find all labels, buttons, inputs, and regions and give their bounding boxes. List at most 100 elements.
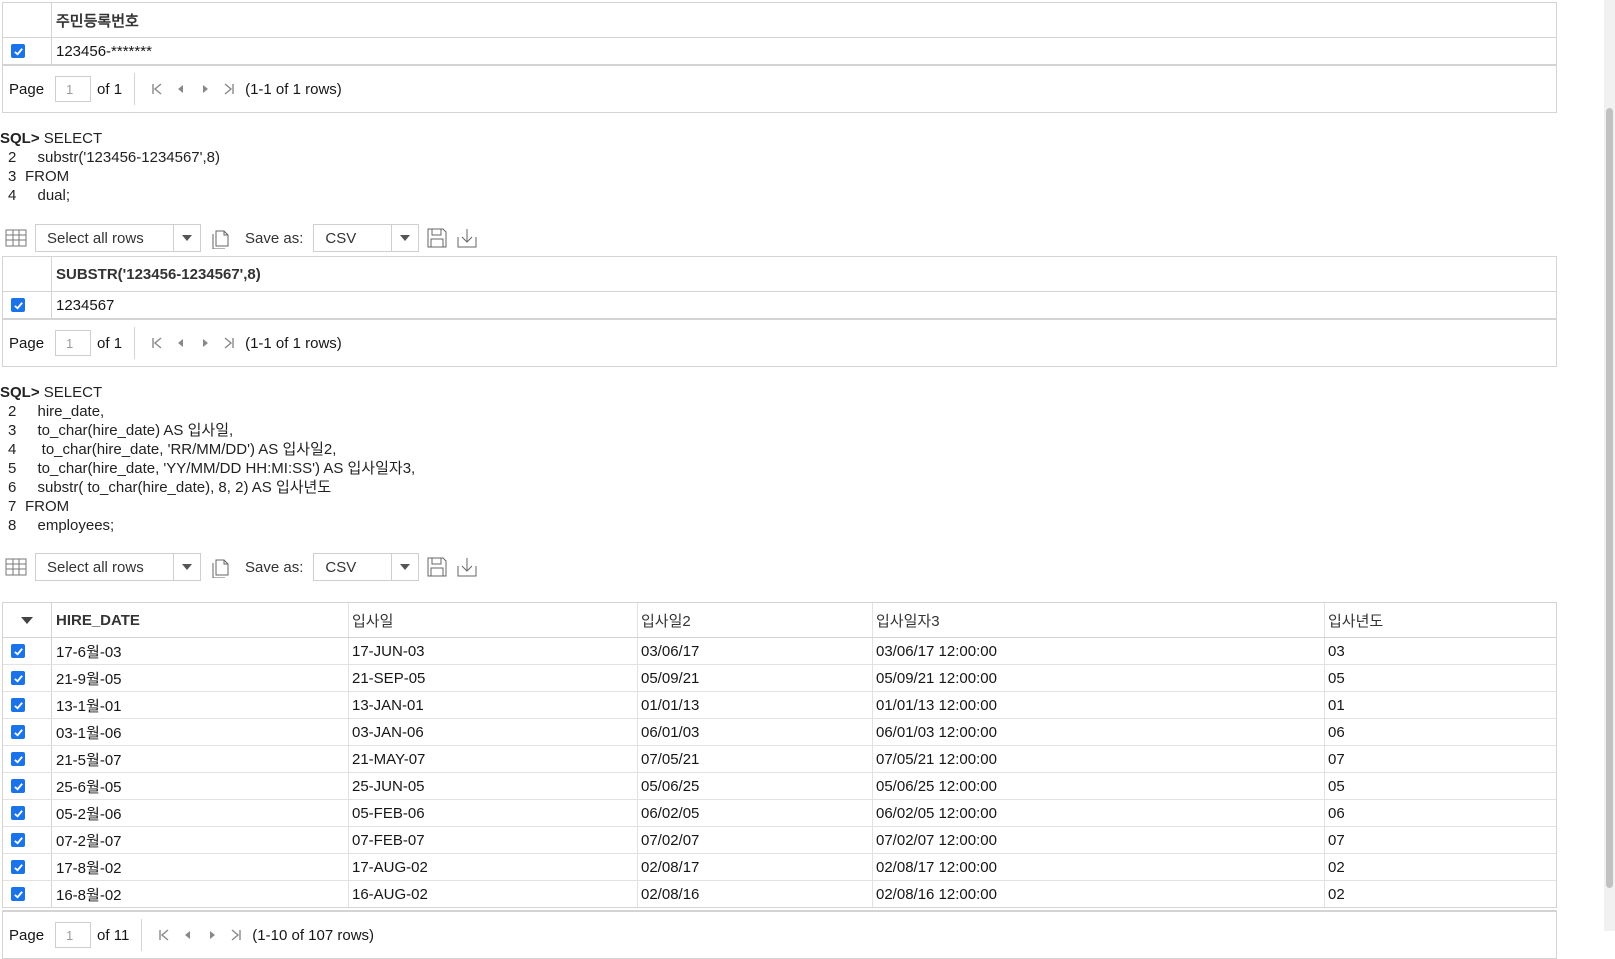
page-label: Page bbox=[9, 926, 45, 944]
table-cell: 02/08/17 12:00:00 bbox=[873, 854, 1325, 880]
result-toolbar: Select all rows Save as: CSV bbox=[4, 222, 480, 254]
grid-view-icon[interactable] bbox=[4, 225, 28, 251]
table-row[interactable]: 05-2월-06 05-FEB-06 06/02/05 06/02/05 12:00:… bbox=[3, 800, 1556, 827]
last-page-icon[interactable] bbox=[217, 331, 241, 355]
download-icon[interactable] bbox=[454, 554, 480, 580]
first-page-icon[interactable] bbox=[145, 77, 169, 101]
copy-icon[interactable] bbox=[207, 225, 233, 251]
scrollbar-thumb[interactable] bbox=[1606, 108, 1613, 888]
table-row[interactable]: 21-9월-05 21-SEP-05 05/09/21 05/09/21 12:00:… bbox=[3, 665, 1556, 692]
column-header[interactable]: SUBSTR('123456-1234567',8) bbox=[53, 257, 1553, 291]
table-cell: 07/02/07 12:00:00 bbox=[873, 827, 1325, 853]
row-checkbox[interactable] bbox=[11, 725, 25, 739]
table-cell: 17-JUN-03 bbox=[349, 638, 638, 664]
row-checkbox[interactable] bbox=[11, 44, 25, 58]
table-cell: 17-6월-03 bbox=[53, 638, 349, 664]
table-cell: 16-8월-02 bbox=[53, 881, 349, 907]
table-cell: 05 bbox=[1328, 777, 1345, 795]
table-row[interactable]: 1234567 bbox=[3, 292, 1556, 318]
table-cell: 17-8월-02 bbox=[53, 854, 349, 880]
export-format-dropdown[interactable]: CSV bbox=[313, 553, 420, 581]
pagination-bar: Page 1 of 1 (1-1 of 1 rows) bbox=[2, 64, 1557, 113]
download-icon[interactable] bbox=[454, 225, 480, 251]
grid-header: HIRE_DATE 입사일 입사일2 입사일자3 입사년도 bbox=[3, 603, 1556, 638]
table-row[interactable]: 123456-******* bbox=[3, 38, 1556, 64]
result-grid-3: HIRE_DATE 입사일 입사일2 입사일자3 입사년도 17-6월-03 17… bbox=[2, 602, 1557, 908]
row-checkbox[interactable] bbox=[11, 698, 25, 712]
row-checkbox[interactable] bbox=[11, 671, 25, 685]
table-row[interactable]: 17-6월-03 17-JUN-03 03/06/17 03/06/17 12:00:… bbox=[3, 638, 1556, 665]
row-checkbox[interactable] bbox=[11, 806, 25, 820]
table-cell: 02/08/16 12:00:00 bbox=[873, 881, 1325, 907]
sql-statement: SQL> SELECT 2 hire_date, 3 to_char(hire_… bbox=[0, 384, 416, 534]
sql-statement: SQL> SELECT 2 substr('123456-1234567',8)… bbox=[0, 130, 221, 204]
column-header[interactable]: 주민등록번호 bbox=[53, 3, 1553, 37]
select-all-menu[interactable] bbox=[3, 603, 52, 637]
row-checkbox[interactable] bbox=[11, 779, 25, 793]
result-grid-2: SUBSTR('123456-1234567',8) 1234567 bbox=[2, 256, 1557, 319]
table-cell: 07-FEB-07 bbox=[349, 827, 638, 853]
last-page-icon[interactable] bbox=[224, 923, 248, 947]
column-header-hire-year[interactable]: 입사년도 bbox=[1325, 603, 1555, 637]
table-cell: 07/02/07 bbox=[638, 827, 873, 853]
table-cell: 06/01/03 12:00:00 bbox=[873, 719, 1325, 745]
prev-page-icon[interactable] bbox=[169, 331, 193, 355]
prev-page-icon[interactable] bbox=[176, 923, 200, 947]
select-rows-dropdown[interactable]: Select all rows bbox=[35, 224, 201, 252]
table-cell: 05/09/21 bbox=[638, 665, 873, 691]
table-cell: 03/06/17 bbox=[638, 638, 873, 664]
table-row[interactable]: 07-2월-07 07-FEB-07 07/02/07 07/02/07 12:00:… bbox=[3, 827, 1556, 854]
first-page-icon[interactable] bbox=[152, 923, 176, 947]
table-cell: 01 bbox=[1328, 696, 1345, 714]
next-page-icon[interactable] bbox=[193, 331, 217, 355]
last-page-icon[interactable] bbox=[217, 77, 241, 101]
row-checkbox[interactable] bbox=[11, 860, 25, 874]
row-range-label: (1-1 of 1 rows) bbox=[245, 334, 342, 352]
save-icon[interactable] bbox=[424, 225, 450, 251]
next-page-icon[interactable] bbox=[193, 77, 217, 101]
row-checkbox[interactable] bbox=[11, 887, 25, 901]
copy-icon[interactable] bbox=[207, 554, 233, 580]
table-row[interactable]: 21-5월-07 21-MAY-07 07/05/21 07/05/21 12:00:… bbox=[3, 746, 1556, 773]
grid-header: SUBSTR('123456-1234567',8) bbox=[3, 257, 1556, 292]
page-count-label: of 1 bbox=[97, 334, 123, 352]
table-cell: 03/06/17 12:00:00 bbox=[873, 638, 1325, 664]
chevron-down-icon bbox=[173, 554, 200, 580]
table-row[interactable]: 13-1월-01 13-JAN-01 01/01/13 01/01/13 12:00:… bbox=[3, 692, 1556, 719]
result-grid-1: 주민등록번호 123456-******* bbox=[2, 2, 1557, 65]
page-number-input[interactable]: 1 bbox=[55, 330, 92, 356]
row-checkbox[interactable] bbox=[11, 298, 25, 312]
column-header-hire-date3[interactable]: 입사일자3 bbox=[873, 603, 1325, 637]
table-cell: 21-SEP-05 bbox=[349, 665, 638, 691]
column-header-hire-date[interactable]: HIRE_DATE bbox=[53, 603, 349, 637]
table-row[interactable]: 25-6월-05 25-JUN-05 05/06/25 05/06/25 12:00:… bbox=[3, 773, 1556, 800]
column-header-hire-day[interactable]: 입사일 bbox=[349, 603, 638, 637]
row-checkbox[interactable] bbox=[11, 833, 25, 847]
page-scrollbar[interactable] bbox=[1604, 0, 1615, 931]
grid-header: 주민등록번호 bbox=[3, 3, 1556, 38]
table-cell: 06/02/05 12:00:00 bbox=[873, 800, 1325, 826]
table-cell: 123456-******* bbox=[56, 42, 152, 60]
page-number-input[interactable]: 1 bbox=[55, 922, 92, 948]
row-checkbox[interactable] bbox=[11, 752, 25, 766]
first-page-icon[interactable] bbox=[145, 331, 169, 355]
column-header-hire-day2[interactable]: 입사일2 bbox=[638, 603, 873, 637]
table-row[interactable]: 17-8월-02 17-AUG-02 02/08/17 02/08/17 12:00:… bbox=[3, 854, 1556, 881]
row-checkbox[interactable] bbox=[11, 644, 25, 658]
save-as-label: Save as: bbox=[245, 229, 304, 247]
select-rows-dropdown[interactable]: Select all rows bbox=[35, 553, 201, 581]
grid-view-icon[interactable] bbox=[4, 554, 28, 580]
page-number-input[interactable]: 1 bbox=[55, 76, 92, 102]
table-cell: 02/08/16 bbox=[638, 881, 873, 907]
table-cell: 25-JUN-05 bbox=[349, 773, 638, 799]
checkbox-header-cell bbox=[3, 3, 52, 37]
table-cell: 01/01/13 bbox=[638, 692, 873, 718]
save-icon[interactable] bbox=[424, 554, 450, 580]
table-row[interactable]: 03-1월-06 03-JAN-06 06/01/03 06/01/03 12:00:… bbox=[3, 719, 1556, 746]
next-page-icon[interactable] bbox=[200, 923, 224, 947]
export-format-dropdown[interactable]: CSV bbox=[313, 224, 420, 252]
table-cell: 16-AUG-02 bbox=[349, 881, 638, 907]
prev-page-icon[interactable] bbox=[169, 77, 193, 101]
grid-body: 17-6월-03 17-JUN-03 03/06/17 03/06/17 12:00:… bbox=[3, 638, 1556, 907]
table-row[interactable]: 16-8월-02 16-AUG-02 02/08/16 02/08/16 12:00:… bbox=[3, 881, 1556, 907]
